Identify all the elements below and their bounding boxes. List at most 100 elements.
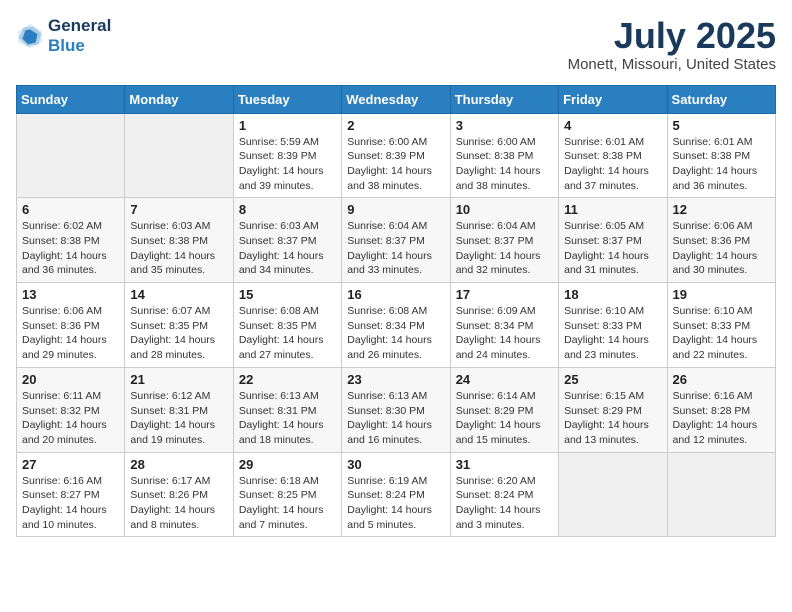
- day-info: Sunrise: 6:10 AMSunset: 8:33 PMDaylight:…: [673, 304, 770, 363]
- calendar-weekday-header: Saturday: [667, 85, 775, 113]
- calendar-weekday-header: Monday: [125, 85, 233, 113]
- calendar-day-cell: 23 Sunrise: 6:13 AMSunset: 8:30 PMDayligh…: [342, 367, 450, 452]
- day-info: Sunrise: 6:14 AMSunset: 8:29 PMDaylight:…: [456, 389, 553, 448]
- calendar-weekday-header: Tuesday: [233, 85, 341, 113]
- calendar-week-row: 27Sunrise: 6:16 AMSunset: 8:27 PMDayligh…: [17, 452, 776, 537]
- day-info: Sunrise: 6:02 AMSunset: 8:38 PMDaylight:…: [22, 219, 119, 278]
- logo: General Blue: [16, 16, 111, 55]
- calendar-day-cell: 10Sunrise: 6:04 AMSunset: 8:37 PMDayligh…: [450, 198, 558, 283]
- day-info: Sunrise: 6:06 AMSunset: 8:36 PMDaylight:…: [673, 219, 770, 278]
- day-info: Sunrise: 6:00 AMSunset: 8:39 PMDaylight:…: [347, 135, 444, 194]
- day-info: Sunrise: 6:12 AMSunset: 8:31 PMDaylight:…: [130, 389, 227, 448]
- day-number: 17: [456, 287, 553, 302]
- day-info: Sunrise: 6:18 AMSunset: 8:25 PMDaylight:…: [239, 474, 336, 533]
- calendar-day-cell: 14Sunrise: 6:07 AMSunset: 8:35 PMDayligh…: [125, 283, 233, 368]
- calendar-day-cell: 28 Sunrise: 6:17 AMSunset: 8:26 PMDayligh…: [125, 452, 233, 537]
- calendar-week-row: 20 Sunrise: 6:11 AMSunset: 8:32 PMDayligh…: [17, 367, 776, 452]
- day-info: Sunrise: 6:11 AMSunset: 8:32 PMDaylight:…: [22, 389, 119, 448]
- day-number: 9: [347, 202, 444, 217]
- title-block: July 2025 Monett, Missouri, United State…: [568, 16, 776, 73]
- day-number: 19: [673, 287, 770, 302]
- calendar-day-cell: 29 Sunrise: 6:18 AMSunset: 8:25 PMDayligh…: [233, 452, 341, 537]
- calendar-day-cell: 11Sunrise: 6:05 AMSunset: 8:37 PMDayligh…: [559, 198, 667, 283]
- day-number: 2: [347, 118, 444, 133]
- day-number: 22: [239, 372, 336, 387]
- day-info: Sunrise: 6:04 AMSunset: 8:37 PMDaylight:…: [347, 219, 444, 278]
- calendar-day-cell: 2 Sunrise: 6:00 AMSunset: 8:39 PMDaylight…: [342, 113, 450, 198]
- day-number: 10: [456, 202, 553, 217]
- calendar-day-cell: 24 Sunrise: 6:14 AMSunset: 8:29 PMDayligh…: [450, 367, 558, 452]
- calendar-day-cell: [559, 452, 667, 537]
- day-number: 4: [564, 118, 661, 133]
- day-info: Sunrise: 6:08 AMSunset: 8:35 PMDaylight:…: [239, 304, 336, 363]
- calendar-week-row: 6Sunrise: 6:02 AMSunset: 8:38 PMDaylight…: [17, 198, 776, 283]
- day-info: Sunrise: 6:05 AMSunset: 8:37 PMDaylight:…: [564, 219, 661, 278]
- day-info: Sunrise: 6:19 AMSunset: 8:24 PMDaylight:…: [347, 474, 444, 533]
- day-number: 13: [22, 287, 119, 302]
- calendar-day-cell: 31 Sunrise: 6:20 AMSunset: 8:24 PMDayligh…: [450, 452, 558, 537]
- day-number: 1: [239, 118, 336, 133]
- calendar-day-cell: 8Sunrise: 6:03 AMSunset: 8:37 PMDaylight…: [233, 198, 341, 283]
- day-number: 25: [564, 372, 661, 387]
- day-number: 5: [673, 118, 770, 133]
- day-info: Sunrise: 6:01 AMSunset: 8:38 PMDaylight:…: [673, 135, 770, 194]
- main-title: July 2025: [568, 16, 776, 56]
- day-info: Sunrise: 6:20 AMSunset: 8:24 PMDaylight:…: [456, 474, 553, 533]
- page-header: General Blue July 2025 Monett, Missouri,…: [16, 16, 776, 73]
- day-info: Sunrise: 6:03 AMSunset: 8:38 PMDaylight:…: [130, 219, 227, 278]
- day-number: 14: [130, 287, 227, 302]
- calendar-day-cell: 1 Sunrise: 5:59 AMSunset: 8:39 PMDaylight…: [233, 113, 341, 198]
- calendar-weekday-header: Wednesday: [342, 85, 450, 113]
- calendar-day-cell: 27Sunrise: 6:16 AMSunset: 8:27 PMDayligh…: [17, 452, 125, 537]
- calendar-week-row: 1 Sunrise: 5:59 AMSunset: 8:39 PMDaylight…: [17, 113, 776, 198]
- day-info: Sunrise: 6:09 AMSunset: 8:34 PMDaylight:…: [456, 304, 553, 363]
- day-info: Sunrise: 6:16 AMSunset: 8:28 PMDaylight:…: [673, 389, 770, 448]
- day-info: Sunrise: 6:13 AMSunset: 8:31 PMDaylight:…: [239, 389, 336, 448]
- day-number: 15: [239, 287, 336, 302]
- calendar-day-cell: [667, 452, 775, 537]
- calendar-day-cell: 12Sunrise: 6:06 AMSunset: 8:36 PMDayligh…: [667, 198, 775, 283]
- calendar-day-cell: 16 Sunrise: 6:08 AMSunset: 8:34 PMDayligh…: [342, 283, 450, 368]
- day-number: 31: [456, 457, 553, 472]
- day-number: 18: [564, 287, 661, 302]
- calendar-day-cell: 3Sunrise: 6:00 AMSunset: 8:38 PMDaylight…: [450, 113, 558, 198]
- day-info: Sunrise: 6:17 AMSunset: 8:26 PMDaylight:…: [130, 474, 227, 533]
- day-info: Sunrise: 6:08 AMSunset: 8:34 PMDaylight:…: [347, 304, 444, 363]
- calendar-day-cell: 13Sunrise: 6:06 AMSunset: 8:36 PMDayligh…: [17, 283, 125, 368]
- calendar-weekday-header: Friday: [559, 85, 667, 113]
- calendar-header-row: SundayMondayTuesdayWednesdayThursdayFrid…: [17, 85, 776, 113]
- calendar-day-cell: 6Sunrise: 6:02 AMSunset: 8:38 PMDaylight…: [17, 198, 125, 283]
- calendar-day-cell: [125, 113, 233, 198]
- calendar-day-cell: 20 Sunrise: 6:11 AMSunset: 8:32 PMDayligh…: [17, 367, 125, 452]
- calendar-day-cell: 19 Sunrise: 6:10 AMSunset: 8:33 PMDayligh…: [667, 283, 775, 368]
- calendar-day-cell: [17, 113, 125, 198]
- calendar-day-cell: 30Sunrise: 6:19 AMSunset: 8:24 PMDayligh…: [342, 452, 450, 537]
- day-number: 3: [456, 118, 553, 133]
- day-info: Sunrise: 6:13 AMSunset: 8:30 PMDaylight:…: [347, 389, 444, 448]
- day-number: 29: [239, 457, 336, 472]
- calendar-day-cell: 21Sunrise: 6:12 AMSunset: 8:31 PMDayligh…: [125, 367, 233, 452]
- logo-text: General Blue: [48, 16, 111, 55]
- day-number: 16: [347, 287, 444, 302]
- calendar-day-cell: 7 Sunrise: 6:03 AMSunset: 8:38 PMDaylight…: [125, 198, 233, 283]
- day-number: 27: [22, 457, 119, 472]
- calendar-day-cell: 9 Sunrise: 6:04 AMSunset: 8:37 PMDaylight…: [342, 198, 450, 283]
- day-number: 8: [239, 202, 336, 217]
- day-info: Sunrise: 5:59 AMSunset: 8:39 PMDaylight:…: [239, 135, 336, 194]
- day-number: 24: [456, 372, 553, 387]
- day-number: 20: [22, 372, 119, 387]
- logo-icon: [16, 22, 44, 50]
- subtitle: Monett, Missouri, United States: [568, 56, 776, 73]
- calendar-day-cell: 17 Sunrise: 6:09 AMSunset: 8:34 PMDayligh…: [450, 283, 558, 368]
- calendar-week-row: 13Sunrise: 6:06 AMSunset: 8:36 PMDayligh…: [17, 283, 776, 368]
- day-number: 23: [347, 372, 444, 387]
- calendar-day-cell: 15 Sunrise: 6:08 AMSunset: 8:35 PMDayligh…: [233, 283, 341, 368]
- day-info: Sunrise: 6:10 AMSunset: 8:33 PMDaylight:…: [564, 304, 661, 363]
- calendar-day-cell: 4Sunrise: 6:01 AMSunset: 8:38 PMDaylight…: [559, 113, 667, 198]
- day-info: Sunrise: 6:15 AMSunset: 8:29 PMDaylight:…: [564, 389, 661, 448]
- day-number: 7: [130, 202, 227, 217]
- calendar-weekday-header: Thursday: [450, 85, 558, 113]
- day-number: 28: [130, 457, 227, 472]
- calendar-day-cell: 22 Sunrise: 6:13 AMSunset: 8:31 PMDayligh…: [233, 367, 341, 452]
- calendar-table: SundayMondayTuesdayWednesdayThursdayFrid…: [16, 85, 776, 538]
